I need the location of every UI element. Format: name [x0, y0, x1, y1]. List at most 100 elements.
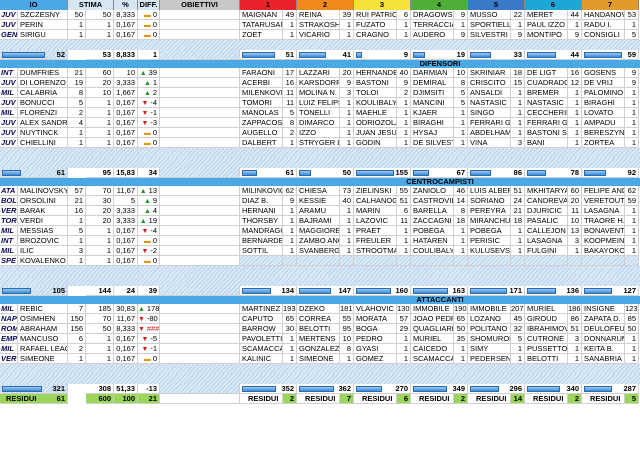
team6-player-value[interactable]: 186	[568, 304, 582, 314]
team5-player-name[interactable]: MIRANCHUK	[468, 216, 511, 226]
team3-player-name[interactable]: BASTONI	[354, 78, 397, 88]
team5-player-name[interactable]	[468, 256, 511, 266]
team2-forwards-total[interactable]: 362	[297, 384, 354, 394]
team1-player-name[interactable]: CAPUTO	[240, 314, 283, 324]
player-diff[interactable]: ▲ 9	[138, 196, 160, 206]
objective-cell[interactable]	[160, 138, 240, 148]
team4-player-value[interactable]: 9	[454, 30, 468, 40]
team1-player-name[interactable]: SCAMACCA	[240, 344, 283, 354]
player-estimate[interactable]: 1	[86, 226, 114, 236]
team4-player-name[interactable]: AUDERO	[411, 30, 454, 40]
team3-player-value[interactable]: 40	[397, 68, 411, 78]
team2-player-value[interactable]: 9	[340, 78, 354, 88]
player-diff[interactable]: ▼ -2	[138, 246, 160, 256]
team1-player-name[interactable]: PAVOLETTI	[240, 334, 283, 344]
team4-player-name[interactable]: DEMIRAL	[411, 78, 454, 88]
team2-player-name[interactable]: MAGGIORE	[297, 226, 340, 236]
player-diff[interactable]: ▬ 0	[138, 30, 160, 40]
team1-player-value[interactable]: 1	[283, 226, 297, 236]
team7-residui-value[interactable]: 5	[625, 394, 639, 404]
team5-player-name[interactable]: PERISIC	[468, 236, 511, 246]
team4-player-value[interactable]: 35	[454, 334, 468, 344]
team2-player-value[interactable]	[340, 256, 354, 266]
total-diff[interactable]: 34	[138, 168, 160, 178]
team1-residui-value[interactable]: 2	[283, 394, 297, 404]
team1-player-name[interactable]: TATARUSAN	[240, 20, 283, 30]
player-team[interactable]: INT	[0, 68, 18, 78]
team2-player-name[interactable]: MOLINA N.	[297, 88, 340, 98]
team7-player-value[interactable]: 53	[625, 10, 639, 20]
team5-player-value[interactable]: 22	[511, 10, 525, 20]
team7-player-value[interactable]: 1	[625, 216, 639, 226]
team5-goalkeepers-total[interactable]: 33	[468, 50, 525, 60]
team1-player-name[interactable]: MARTINEZ L.	[240, 304, 283, 314]
player-name[interactable]: FLORENZI	[18, 108, 68, 118]
team5-player-name[interactable]: POLITANO	[468, 324, 511, 334]
team3-defenders-total[interactable]: 155	[354, 168, 411, 178]
team7-player-name[interactable]	[582, 256, 625, 266]
player-percent[interactable]: 3,333	[114, 78, 138, 88]
team6-player-value[interactable]: 1	[568, 246, 582, 256]
player-estimate[interactable]: 1	[86, 344, 114, 354]
team3-player-name[interactable]: GOMEZ	[354, 354, 397, 364]
team4-player-name[interactable]: DRAGOWSKI	[411, 10, 454, 20]
objective-total[interactable]	[160, 168, 240, 178]
team3-player-name[interactable]: BOGA	[354, 324, 397, 334]
team2-player-name[interactable]: CHIESA	[297, 186, 340, 196]
residui-objective[interactable]	[160, 394, 240, 404]
team7-player-name[interactable]: DE VRIJ	[582, 78, 625, 88]
team1-player-name[interactable]: AUGELLO	[240, 128, 283, 138]
team6-player-name[interactable]: CALLEJON	[525, 226, 568, 236]
team5-player-value[interactable]: 18	[511, 216, 525, 226]
total-percent[interactable]: 51,33	[114, 384, 138, 394]
player-value[interactable]: 16	[68, 206, 86, 216]
team7-player-name[interactable]: DONNARUMMA	[582, 334, 625, 344]
team4-player-name[interactable]: ZANIOLO	[411, 186, 454, 196]
team2-player-value[interactable]: 3	[340, 88, 354, 98]
team1-player-value[interactable]: 193	[283, 304, 297, 314]
team4-player-name[interactable]: CAICEDO	[411, 344, 454, 354]
team6-player-name[interactable]: MURIEL	[525, 304, 568, 314]
team1-player-name[interactable]: TOMORI	[240, 98, 283, 108]
team2-player-value[interactable]: 73	[340, 186, 354, 196]
player-estimate[interactable]: 20	[86, 216, 114, 226]
team3-residui-value[interactable]: 6	[397, 394, 411, 404]
team3-forwards-total[interactable]: 270	[354, 384, 411, 394]
team3-player-name[interactable]: MORATA	[354, 314, 397, 324]
team4-player-name[interactable]	[411, 256, 454, 266]
player-value[interactable]: 6	[68, 334, 86, 344]
team5-player-name[interactable]: SILVESTRI	[468, 30, 511, 40]
player-percent[interactable]: 11,67	[114, 314, 138, 324]
header-stima[interactable]: STIMA	[68, 0, 114, 10]
team2-player-value[interactable]: 1	[340, 108, 354, 118]
team1-player-value[interactable]: 11	[283, 88, 297, 98]
team6-player-value[interactable]: 3	[568, 236, 582, 246]
team1-player-name[interactable]: MILINKOVIC	[240, 186, 283, 196]
team6-player-value[interactable]: 1	[568, 20, 582, 30]
team3-player-name[interactable]: ZIELINSKI	[354, 186, 397, 196]
team7-player-value[interactable]: 1	[625, 354, 639, 364]
team5-player-name[interactable]: ANSALDI	[468, 88, 511, 98]
team4-player-value[interactable]: 50	[454, 324, 468, 334]
team4-player-name[interactable]: DJIMSITI	[411, 88, 454, 98]
objective-cell[interactable]	[160, 10, 240, 20]
player-value[interactable]: 4	[68, 118, 86, 128]
objective-cell[interactable]	[160, 226, 240, 236]
player-value[interactable]: 150	[68, 314, 86, 324]
player-value[interactable]: 5	[68, 226, 86, 236]
player-value[interactable]: 1	[68, 236, 86, 246]
team3-player-value[interactable]: 11	[397, 216, 411, 226]
team6-player-value[interactable]: 86	[568, 314, 582, 324]
team7-player-name[interactable]: BONAVENTURA	[582, 226, 625, 236]
team4-player-name[interactable]: POBEGA	[411, 226, 454, 236]
team7-player-value[interactable]	[625, 256, 639, 266]
team2-player-name[interactable]: MERTENS	[297, 334, 340, 344]
player-diff[interactable]: ▲ 2	[138, 88, 160, 98]
player-value[interactable]: 1	[68, 354, 86, 364]
team1-player-name[interactable]: ACERBI	[240, 78, 283, 88]
team1-player-value[interactable]: 1	[283, 138, 297, 148]
team3-player-name[interactable]: PRAET	[354, 226, 397, 236]
player-estimate[interactable]: 50	[86, 10, 114, 20]
team3-player-value[interactable]: 29	[397, 324, 411, 334]
team6-residui-label[interactable]: RESIDUI	[525, 394, 568, 404]
